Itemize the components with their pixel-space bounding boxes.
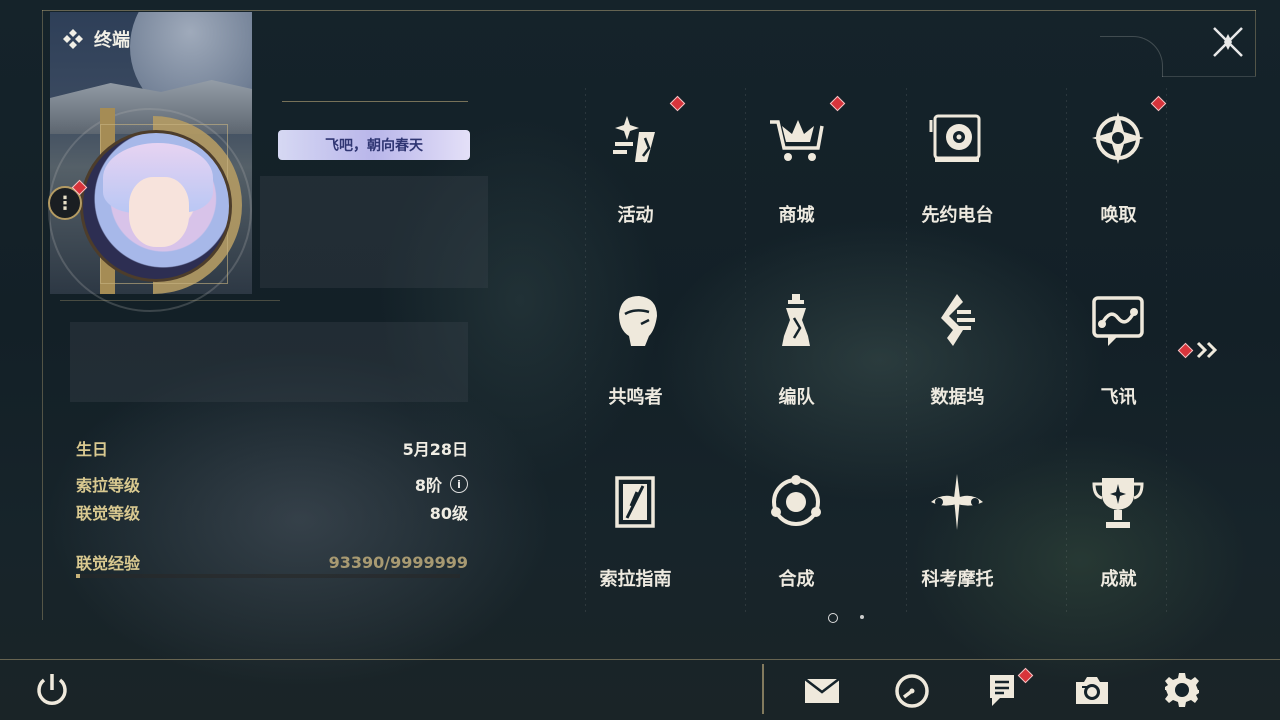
menu-label: 活动 xyxy=(617,205,654,226)
close-button[interactable] xyxy=(1208,22,1248,62)
radio-icon xyxy=(929,114,981,162)
synthesis-icon xyxy=(771,475,821,526)
stat-birthday: 生日 5月28日 xyxy=(76,435,468,461)
camera-icon xyxy=(1076,677,1108,704)
menu-resonator[interactable]: 共鸣者 xyxy=(555,270,716,450)
guide-book-icon xyxy=(615,476,655,528)
more-dots-icon: ⋮ xyxy=(56,192,74,214)
notify-dot-icon xyxy=(1177,342,1194,358)
menu-label: 唤取 xyxy=(1100,205,1137,226)
mail-icon xyxy=(804,678,840,703)
menu-summon[interactable]: 唤取 xyxy=(1038,88,1199,268)
divider xyxy=(60,300,280,301)
page-dot[interactable] xyxy=(860,615,864,619)
divider xyxy=(282,101,468,102)
menu-label: 编队 xyxy=(778,387,815,408)
player-info-blurred xyxy=(70,322,468,402)
menu-label: 飞讯 xyxy=(1100,387,1137,408)
menu-message[interactable]: 飞讯 xyxy=(1038,270,1199,450)
data-bank-icon xyxy=(941,294,975,346)
bottom-bar-line xyxy=(0,659,1280,660)
menu-label: 成就 xyxy=(1100,569,1137,590)
menu-label: 科考摩托 xyxy=(921,569,994,590)
stat-label: 索拉等级 xyxy=(76,476,141,495)
player-name-blurred xyxy=(260,176,488,288)
menu-label: 先约电台 xyxy=(921,205,994,226)
menu-radio[interactable]: 先约电台 xyxy=(877,88,1038,268)
stat-union-level: 联觉等级 80级 xyxy=(76,499,468,525)
menu-label: 共鸣者 xyxy=(608,387,663,408)
clock-icon xyxy=(895,674,929,708)
resonator-icon xyxy=(619,296,657,346)
mail-button[interactable] xyxy=(802,670,842,710)
frame-top-line xyxy=(42,10,1256,11)
double-chevron-right-icon xyxy=(1196,341,1218,359)
shop-cart-icon xyxy=(770,120,824,161)
activity-icon xyxy=(613,116,655,162)
stat-value-wrap: 8阶 i xyxy=(415,472,468,496)
stat-label: 生日 xyxy=(76,440,109,459)
menu-team[interactable]: 编队 xyxy=(716,270,877,450)
terminal-title: 终端 xyxy=(94,30,130,51)
page-dot-active[interactable] xyxy=(828,613,838,623)
stat-value: 80级 xyxy=(429,504,468,523)
avatar[interactable] xyxy=(80,130,232,282)
notice-button[interactable] xyxy=(982,670,1022,710)
info-icon[interactable]: i xyxy=(450,475,468,493)
menu-label: 合成 xyxy=(778,569,815,590)
notice-icon xyxy=(990,675,1014,706)
trophy-icon xyxy=(1092,478,1144,528)
terminal-header: 终端 xyxy=(62,26,130,52)
motorcycle-icon xyxy=(931,474,983,530)
menu-motorcycle[interactable]: 科考摩托 xyxy=(877,452,1038,632)
stat-label: 联觉等级 xyxy=(76,504,141,523)
menu-data-bank[interactable]: 数据坞 xyxy=(877,270,1038,450)
menu-label: 商城 xyxy=(778,205,815,226)
frame-corner xyxy=(1100,36,1163,77)
menu-guide[interactable]: 索拉指南 xyxy=(555,452,716,632)
stat-sola-level: 索拉等级 8阶 i xyxy=(76,471,468,497)
power-icon xyxy=(37,674,67,705)
stat-value: 5月28日 xyxy=(402,440,468,459)
chess-team-icon xyxy=(782,294,810,346)
signature-badge[interactable]: 飞吧，朝向春天 xyxy=(278,130,470,160)
pagination xyxy=(826,612,876,624)
menu-grid: 活动 商城 先约电台 唤取 共鸣者 编队 数据坞 飞讯 索拉指南 合成 科考摩托… xyxy=(555,88,1200,612)
next-page-button[interactable] xyxy=(1177,338,1224,362)
stat-union-exp: 联觉经验 93390/9999999 xyxy=(76,549,468,575)
stat-label: 联觉经验 xyxy=(76,554,141,573)
summon-icon xyxy=(1092,112,1144,164)
exp-progress-bar xyxy=(76,574,460,578)
message-icon xyxy=(1092,296,1144,346)
frame-right-line xyxy=(1255,10,1256,76)
close-icon xyxy=(1213,27,1243,57)
menu-label: 数据坞 xyxy=(930,387,985,408)
menu-synthesis[interactable]: 合成 xyxy=(716,452,877,632)
settings-gear-icon xyxy=(1165,673,1199,707)
frame-divider xyxy=(1162,76,1256,77)
exp-progress-fill xyxy=(76,574,80,578)
camera-button[interactable] xyxy=(1072,670,1112,710)
frame-left-line xyxy=(42,10,43,620)
settings-button[interactable] xyxy=(1162,670,1202,710)
stat-value: 93390/9999999 xyxy=(328,552,468,572)
menu-label: 索拉指南 xyxy=(599,569,672,590)
clock-button[interactable] xyxy=(892,670,932,710)
menu-achievement[interactable]: 成就 xyxy=(1038,452,1199,632)
power-button[interactable] xyxy=(32,670,72,710)
stat-value: 8阶 xyxy=(414,476,442,495)
signature-badge-text: 飞吧，朝向春天 xyxy=(325,138,423,154)
bottom-separator xyxy=(762,664,764,714)
menu-activity[interactable]: 活动 xyxy=(555,88,716,268)
menu-shop[interactable]: 商城 xyxy=(716,88,877,268)
terminal-diamond-icon xyxy=(63,29,83,49)
